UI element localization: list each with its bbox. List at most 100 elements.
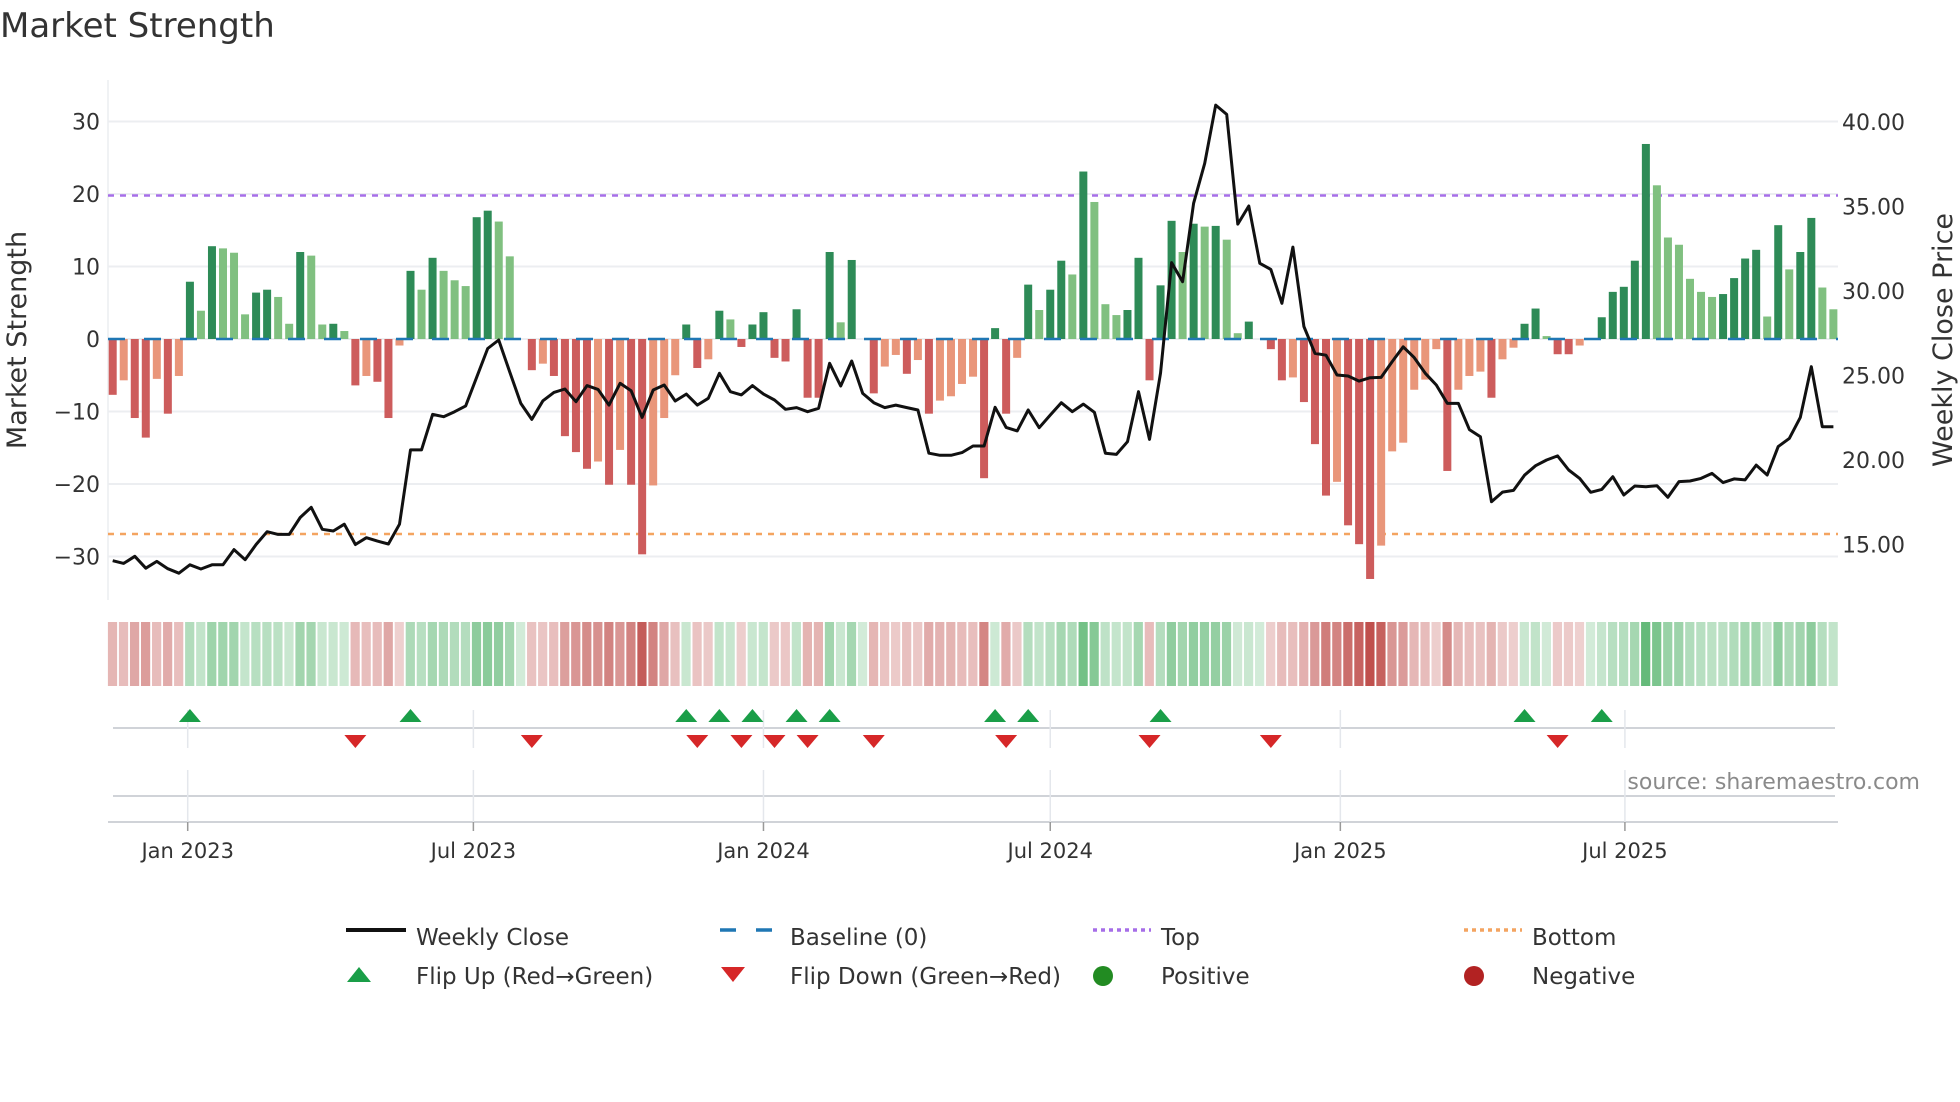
heat-cell — [1266, 622, 1276, 686]
heat-cell — [1652, 622, 1662, 686]
x-tick-label: Jan 2024 — [715, 839, 810, 863]
strength-bar — [1674, 244, 1683, 339]
flip-up-marker — [1017, 709, 1040, 722]
strength-bar — [1355, 339, 1364, 545]
legend-label: Bottom — [1532, 925, 1617, 951]
strength-bar — [1652, 185, 1661, 339]
strength-bar — [163, 339, 172, 414]
legend-item: Bottom — [1462, 925, 1616, 951]
strength-bar — [1222, 239, 1231, 339]
heat-cell — [1023, 622, 1033, 686]
strength-bar — [1024, 284, 1033, 339]
heat-cell — [1596, 622, 1607, 686]
heat-cell — [1199, 622, 1210, 686]
strength-bar — [991, 328, 1000, 339]
strength-bar — [219, 248, 227, 339]
strength-bar — [958, 339, 967, 384]
strength-bar — [1454, 339, 1463, 390]
heat-cell — [339, 622, 349, 686]
strength-bar — [1730, 278, 1739, 339]
heat-cell — [1299, 622, 1309, 686]
strength-bar — [1564, 339, 1573, 355]
flip-up-marker — [675, 709, 698, 722]
heat-cell — [405, 622, 415, 686]
heat-cell — [1563, 622, 1574, 686]
heat-cell — [913, 622, 923, 686]
strength-bar — [1807, 217, 1816, 339]
strength-bar — [1366, 339, 1375, 579]
heat-cell — [868, 622, 879, 686]
strength-bar — [671, 339, 680, 376]
flip-down-marker — [995, 735, 1018, 748]
flip-up-marker — [1513, 709, 1536, 722]
strength-bar — [1641, 143, 1650, 339]
heat-cell — [1155, 622, 1165, 686]
strength-bar — [792, 309, 801, 339]
strength-bar — [1079, 171, 1088, 339]
heat-cell — [791, 622, 801, 686]
heat-cell — [1541, 622, 1551, 686]
heat-cell — [1718, 622, 1728, 686]
strength-bar — [406, 270, 415, 339]
heat-cell — [648, 622, 658, 686]
heat-cell — [350, 622, 360, 686]
strength-bar — [1741, 258, 1750, 339]
legend-item: Flip Up (Red→Green) — [346, 964, 653, 990]
strength-bar — [880, 339, 889, 367]
strength-bar — [152, 339, 161, 379]
source-label: source: sharemaestro.com — [1627, 770, 1920, 795]
strength-bar — [836, 322, 845, 339]
heat-cell — [946, 622, 956, 686]
heat-cell — [284, 622, 294, 686]
flip-up-marker — [785, 709, 808, 722]
heat-cell — [394, 622, 404, 686]
strength-bar — [1277, 339, 1286, 381]
heat-cell — [1442, 622, 1452, 686]
y-tick-label: 0 — [86, 328, 100, 353]
strength-bar — [803, 339, 812, 398]
strength-bar — [770, 339, 779, 358]
strength-bar — [1685, 278, 1694, 339]
heat-cell — [482, 622, 493, 686]
strength-bar — [1608, 291, 1617, 339]
heat-cell — [1111, 622, 1121, 686]
strength-bar — [605, 339, 614, 485]
strength-bar — [1189, 223, 1198, 339]
strength-bar — [1520, 323, 1529, 339]
heat-cell — [692, 622, 702, 686]
y-tick-label: 20 — [72, 183, 100, 208]
heat-cell — [471, 622, 482, 686]
strength-bar — [329, 323, 338, 339]
heat-cell — [1232, 622, 1243, 686]
heat-cell — [1034, 622, 1044, 686]
heat-cell — [813, 622, 824, 686]
heat-cell — [670, 622, 680, 686]
strength-bar — [1796, 252, 1805, 339]
heat-cell — [637, 622, 647, 686]
heat-cell — [857, 622, 868, 686]
heat-cell — [1365, 622, 1375, 686]
y-tick-label: −20 — [54, 473, 100, 498]
flip-down-marker — [1138, 735, 1161, 748]
strength-bar — [759, 312, 768, 339]
flip-up-marker — [399, 709, 422, 722]
strength-bar — [439, 270, 448, 339]
heat-cell — [1630, 622, 1640, 686]
heat-cell — [185, 622, 195, 686]
heat-cell — [328, 622, 338, 686]
strength-bar — [130, 339, 139, 419]
x-tick-label: Jan 2025 — [1292, 839, 1387, 863]
market-strength-chart: 30 20 10 0 −10 −20 −30 40.00 35.00 30.00 25.00 20.0… — [2, 80, 1959, 863]
strength-bar — [274, 296, 283, 339]
strength-bar — [296, 252, 305, 339]
strength-bar — [1035, 310, 1044, 339]
heat-cell — [1519, 622, 1529, 686]
flip-down-marker — [763, 735, 786, 748]
heat-cell — [1707, 622, 1717, 686]
heat-cell — [427, 622, 437, 686]
strength-bar — [1377, 339, 1386, 546]
heat-cell — [1133, 622, 1143, 686]
strength-bar — [902, 339, 911, 374]
flip-up-marker — [1149, 709, 1172, 722]
legend-item: Negative — [1462, 964, 1635, 990]
